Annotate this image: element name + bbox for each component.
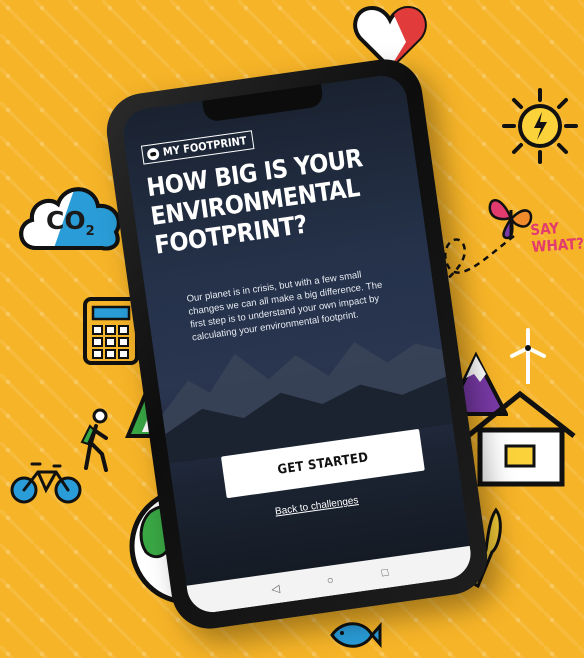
phone-screen: MY FOOTPRINT HOW BIG IS YOUR ENVIRONMENT… (120, 72, 474, 616)
panda-logo-icon (146, 146, 160, 161)
bicycle-icon (10, 462, 82, 504)
sun-icon (502, 88, 578, 164)
house-icon (466, 390, 576, 487)
phone-notch (202, 84, 325, 123)
co2-label: CO2 (46, 206, 95, 239)
wind-turbine-icon (510, 328, 546, 384)
home-nav-icon[interactable]: ○ (322, 573, 338, 589)
say-what-label: SAY WHAT? (529, 219, 584, 257)
brand-label: MY FOOTPRINT (162, 134, 248, 159)
fish-icon (330, 622, 382, 648)
back-nav-icon[interactable]: ◁ (268, 580, 284, 596)
back-to-challenges-link[interactable]: Back to challenges (274, 495, 359, 518)
recents-nav-icon[interactable]: □ (377, 565, 393, 581)
hiker-icon (80, 408, 108, 472)
